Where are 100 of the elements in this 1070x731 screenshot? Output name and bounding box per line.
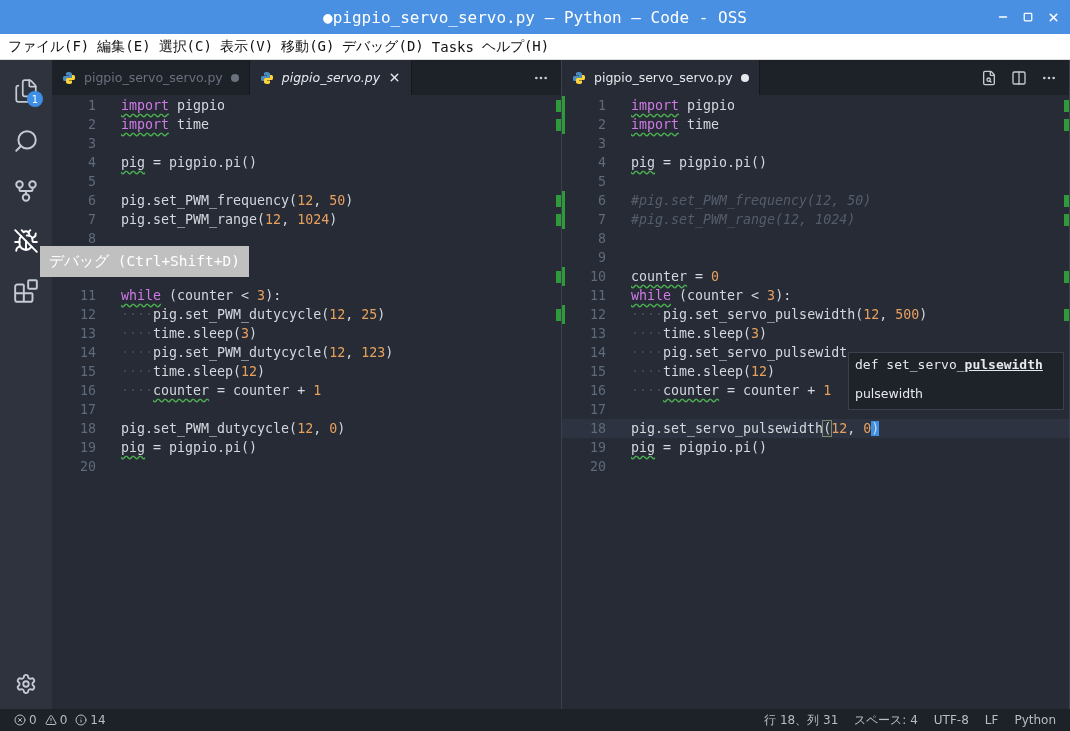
line-number: 18 [589, 421, 606, 436]
line-number: 12 [589, 307, 606, 322]
line-number: 4 [87, 155, 96, 170]
line-number: 17 [589, 402, 606, 417]
signature-text: def set_servo_pulsewidth [855, 357, 1044, 372]
line-number: 19 [79, 440, 96, 455]
status-item[interactable]: スペース: 4 [854, 711, 918, 729]
code-line: pig = pigpio.pi() [631, 155, 768, 170]
branch-icon [13, 178, 39, 204]
python-icon [62, 70, 76, 85]
menu-item[interactable]: 表示(V) [219, 37, 274, 56]
tab-label: pigpio_servo_servo.py [84, 70, 223, 85]
code-line: while (counter < 3): [631, 288, 792, 303]
code-line: pig = pigpio.pi() [631, 440, 768, 455]
problem-count: 14 [90, 713, 106, 727]
status-item[interactable]: LF [984, 713, 999, 727]
line-number: 15 [79, 364, 96, 379]
code-line: pig = pigpio.pi() [121, 155, 258, 170]
python-icon [572, 70, 586, 85]
code-line: ····time.sleep(3) [631, 326, 768, 341]
line-number: 12 [79, 307, 96, 322]
code-line: ····pig.set_servo_pulsewidth(12, 500) [631, 307, 928, 322]
line-number: 13 [589, 326, 606, 341]
line-number: 8 [87, 231, 96, 246]
code-line: import time [631, 117, 720, 132]
error-icon [14, 714, 26, 726]
line-number: 16 [79, 383, 96, 398]
line-number: 7 [597, 212, 606, 227]
window-title: ●pigpio_servo_servo.py — Python — Code - OSS [323, 7, 747, 27]
line-number: 3 [87, 136, 96, 151]
code-line: ····time.sleep(12) [631, 364, 776, 379]
editor-tab[interactable]: pigpio_servo_servo.py [562, 60, 760, 95]
problem-count: 0 [29, 713, 37, 727]
python-icon [259, 70, 274, 85]
menu-item[interactable]: ファイル(F) [8, 37, 90, 56]
code-line: import time [121, 117, 210, 132]
code-line: pig.set_PWM_range(12, 1024) [121, 212, 338, 227]
code-line: ····counter = counter + 1 [121, 383, 322, 398]
files-icon [13, 78, 39, 104]
line-number: 16 [589, 383, 606, 398]
editor-tab[interactable]: pigpio_servo.py [249, 60, 413, 95]
line-number: 1 [597, 98, 606, 113]
menu-item[interactable]: 編集(E) [97, 37, 151, 56]
line-number: 9 [597, 250, 606, 265]
line-number: 5 [87, 174, 96, 189]
code-line: ····pig.set_PWM_dutycycle(12, 25) [121, 307, 386, 322]
problem-count: 0 [59, 713, 68, 727]
status-item[interactable]: Python [1014, 713, 1056, 727]
line-number: 8 [597, 231, 606, 246]
parameter-doc: pulsewidth [855, 386, 924, 401]
line-number: 3 [597, 136, 606, 151]
code-line: ····counter = counter + 1 [631, 383, 832, 398]
code-line: pig.set_PWM_frequency(12, 50) [121, 193, 354, 208]
tooltip: デバッグ (Ctrl+Shift+D) [40, 246, 249, 277]
extensions-icon [13, 278, 39, 304]
line-number: 14 [589, 345, 606, 360]
line-number: 20 [79, 459, 96, 474]
split-editor-icon[interactable] [1011, 69, 1027, 86]
menu-item[interactable]: Tasks [431, 38, 474, 55]
line-number: 7 [87, 212, 96, 227]
code-line: counter = 0 [631, 269, 720, 284]
menu-item[interactable]: 選択(C) [158, 37, 212, 56]
line-number: 6 [597, 193, 606, 208]
line-number: 18 [79, 421, 96, 436]
line-number: 2 [597, 117, 606, 132]
menu-item[interactable]: 移動(G) [281, 37, 335, 56]
code-line: ····pig.set_servo_pulsewidt [631, 345, 848, 360]
menu-item[interactable]: デバッグ(D) [342, 37, 424, 56]
line-number: 11 [79, 288, 96, 303]
line-number: 4 [597, 155, 606, 170]
code-line: pig.set_servo_pulsewidth(12, 0) [631, 421, 880, 436]
line-number: 13 [79, 326, 96, 341]
preview-icon[interactable] [981, 69, 997, 86]
warning-icon [44, 714, 57, 726]
code-line: ····pig.set_PWM_dutycycle(12, 123) [121, 345, 394, 360]
debug-icon [13, 228, 39, 254]
line-number: 20 [589, 459, 606, 474]
code-line: ····time.sleep(12) [121, 364, 266, 379]
count-badge: 1 [27, 91, 43, 107]
line-number: 5 [597, 174, 606, 189]
line-number: 6 [87, 193, 96, 208]
code-line: pig.set_PWM_dutycycle(12, 0) [121, 421, 346, 436]
line-number: 2 [87, 117, 96, 132]
line-number: 17 [79, 402, 96, 417]
line-number: 10 [589, 269, 606, 284]
code-line: ····time.sleep(3) [121, 326, 258, 341]
status-item[interactable]: 行 18、列 31 [764, 711, 839, 729]
tab-label: pigpio_servo.py [281, 70, 381, 85]
tab-label: pigpio_servo_servo.py [594, 70, 733, 85]
status-item[interactable]: UTF-8 [933, 713, 969, 727]
code-line: import pigpio [631, 98, 736, 113]
settings-icon[interactable] [15, 673, 37, 695]
code-line: pig = pigpio.pi() [121, 440, 258, 455]
line-number: 1 [87, 98, 96, 113]
maximize-icon[interactable] [1023, 12, 1033, 22]
line-number: 19 [589, 440, 606, 455]
search-icon [13, 128, 39, 154]
menu-item[interactable]: ヘルプ(H) [481, 37, 550, 56]
code-line: import pigpio [121, 98, 226, 113]
line-number: 14 [79, 345, 96, 360]
